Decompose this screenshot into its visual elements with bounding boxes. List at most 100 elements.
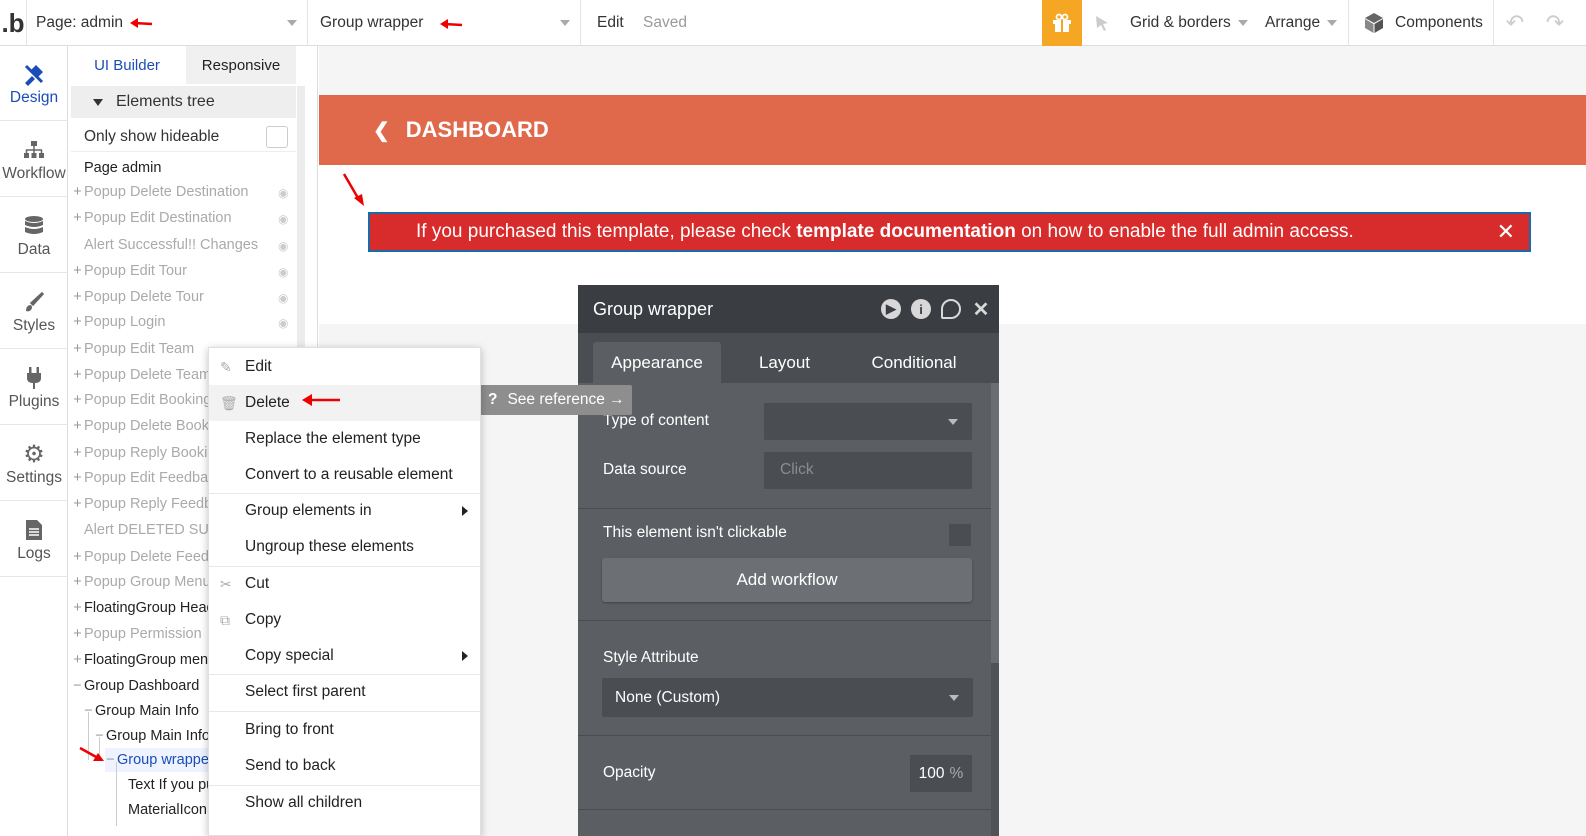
not-clickable-checkbox[interactable] bbox=[949, 524, 971, 546]
tree-item[interactable]: − Group Dashboard bbox=[72, 674, 199, 698]
gift-button[interactable] bbox=[1042, 0, 1082, 46]
tab-conditional[interactable]: Conditional bbox=[853, 342, 975, 383]
menu-item-ungroup[interactable]: Ungroup these elements bbox=[209, 529, 480, 565]
edit-menu[interactable]: Edit bbox=[597, 0, 624, 46]
expand-icon[interactable]: + bbox=[72, 341, 83, 357]
nav-plugins[interactable]: Plugins bbox=[0, 350, 68, 425]
tree-item[interactable]: + Popup Edit Team bbox=[72, 337, 194, 361]
scrollbar-thumb[interactable] bbox=[991, 383, 999, 663]
expand-icon[interactable]: + bbox=[72, 289, 83, 305]
eye-icon[interactable]: ◉ bbox=[278, 265, 288, 279]
tree-item[interactable]: + Popup Delete Team bbox=[72, 363, 211, 387]
info-icon[interactable]: i bbox=[911, 299, 931, 319]
expand-icon[interactable]: + bbox=[72, 470, 83, 486]
eye-icon[interactable]: ◉ bbox=[278, 239, 288, 253]
expand-icon[interactable]: + bbox=[72, 418, 83, 434]
expand-icon[interactable]: + bbox=[72, 652, 83, 668]
tree-item[interactable]: + Popup Edit Feedbac bbox=[72, 466, 215, 490]
tree-item[interactable]: + Popup Edit Tour bbox=[72, 259, 187, 283]
tree-item[interactable]: − Group Main Info bbox=[94, 724, 210, 748]
expand-icon[interactable]: + bbox=[72, 574, 83, 590]
tree-item-selected[interactable]: − Group wrappe bbox=[105, 748, 209, 772]
nav-styles[interactable]: Styles bbox=[0, 274, 68, 349]
expand-icon[interactable]: + bbox=[72, 600, 83, 616]
see-reference-link[interactable]: See reference → bbox=[507, 391, 624, 409]
collapse-icon[interactable]: − bbox=[72, 678, 83, 694]
nav-design[interactable]: Design bbox=[0, 46, 68, 121]
nav-logs[interactable]: Logs bbox=[0, 502, 68, 577]
tree-item[interactable]: Alert Successful!! Changes bbox=[84, 233, 258, 257]
menu-item-group-in[interactable]: Group elements in bbox=[209, 493, 480, 529]
tree-item[interactable]: + Popup Edit Booking bbox=[72, 388, 211, 412]
group-wrapper-alert[interactable]: If you purchased this template, please c… bbox=[368, 212, 1531, 252]
expand-icon[interactable]: + bbox=[72, 210, 83, 226]
tree-item[interactable]: Page admin bbox=[84, 156, 161, 180]
collapse-icon[interactable]: − bbox=[105, 752, 116, 768]
tree-item[interactable]: MaterialIcon bbox=[128, 798, 207, 822]
only-hideable-checkbox[interactable] bbox=[266, 126, 288, 148]
tree-item[interactable]: − Group Main Info bbox=[83, 699, 199, 723]
dashboard-header[interactable]: ❮ DASHBOARD bbox=[319, 95, 1586, 165]
opacity-input[interactable]: 100 % bbox=[910, 755, 972, 792]
tree-item[interactable]: Text If you pu bbox=[128, 773, 214, 797]
menu-item-select-parent[interactable]: Select first parent bbox=[209, 674, 480, 710]
components-button[interactable]: Components bbox=[1348, 0, 1494, 46]
expand-icon[interactable]: + bbox=[72, 626, 83, 642]
type-of-content-select[interactable] bbox=[764, 403, 972, 440]
grid-borders-menu[interactable]: Grid & borders bbox=[1130, 0, 1248, 46]
expand-icon[interactable]: + bbox=[72, 496, 83, 512]
menu-item-edit[interactable]: ✎ Edit bbox=[209, 349, 480, 385]
nav-data[interactable]: Data bbox=[0, 198, 68, 273]
menu-item-convert-reusable[interactable]: Convert to a reusable element bbox=[209, 457, 480, 493]
tree-item[interactable]: + Popup Edit Destination bbox=[72, 206, 231, 230]
close-icon[interactable]: ✕ bbox=[971, 299, 991, 321]
comment-icon[interactable] bbox=[941, 299, 961, 319]
expand-icon[interactable]: + bbox=[72, 263, 83, 279]
pointer-icon[interactable] bbox=[1088, 0, 1116, 46]
expand-icon[interactable]: + bbox=[72, 184, 83, 200]
eye-icon[interactable]: ◉ bbox=[278, 186, 288, 200]
tree-item[interactable]: + Popup Delete Booki bbox=[72, 414, 212, 438]
style-attribute-select[interactable]: None (Custom) bbox=[602, 678, 973, 717]
undo-icon[interactable]: ↶ bbox=[1500, 0, 1530, 46]
close-icon[interactable]: ✕ bbox=[1497, 219, 1515, 245]
menu-item-send-back[interactable]: Send to back bbox=[209, 748, 480, 784]
tree-item[interactable]: + FloatingGroup men bbox=[72, 648, 208, 672]
tree-item[interactable]: + Popup Reply Feedba bbox=[72, 492, 220, 516]
tab-appearance[interactable]: Appearance bbox=[593, 342, 721, 383]
eye-icon[interactable]: ◉ bbox=[278, 212, 288, 226]
menu-item-copy[interactable]: ⧉ Copy bbox=[209, 602, 480, 638]
eye-icon[interactable]: ◉ bbox=[278, 316, 288, 330]
page-selector[interactable]: Page: admin bbox=[26, 0, 308, 46]
expand-icon[interactable]: + bbox=[72, 549, 83, 565]
tree-item[interactable]: + Popup Login bbox=[72, 310, 165, 334]
eye-icon[interactable]: ◉ bbox=[278, 291, 288, 305]
panel-scrollbar[interactable] bbox=[297, 86, 305, 386]
menu-item-copy-special[interactable]: Copy special bbox=[209, 638, 480, 674]
property-editor-header[interactable]: Group wrapper ▶ i ✕ bbox=[578, 285, 999, 333]
tree-item[interactable]: + Popup Delete Tour bbox=[72, 285, 204, 309]
menu-item-replace-type[interactable]: Replace the element type bbox=[209, 421, 480, 457]
expand-icon[interactable]: + bbox=[72, 445, 83, 461]
tree-item[interactable]: Alert DELETED SUC bbox=[84, 518, 219, 542]
tab-responsive[interactable]: Responsive bbox=[186, 46, 296, 84]
menu-item-cut[interactable]: ✂ Cut bbox=[209, 566, 480, 602]
property-editor-scrollbar[interactable] bbox=[991, 383, 999, 836]
tree-item[interactable]: + Popup Delete Destination bbox=[72, 180, 248, 204]
expand-icon[interactable]: + bbox=[72, 314, 83, 330]
menu-item-delete[interactable]: 🗑 Delete bbox=[209, 385, 480, 421]
tree-item[interactable]: + Popup Permission bbox=[72, 622, 201, 646]
menu-item-bring-front[interactable]: Bring to front bbox=[209, 712, 480, 748]
menu-item-show-children[interactable]: Show all children bbox=[209, 785, 480, 821]
tree-item[interactable]: + Popup Reply Bookin bbox=[72, 441, 215, 465]
arrange-menu[interactable]: Arrange bbox=[1265, 0, 1338, 46]
tree-item[interactable]: + Popup Delete Feedb bbox=[72, 545, 217, 569]
see-reference-tooltip[interactable]: ? See reference → bbox=[480, 385, 632, 415]
tab-ui-builder[interactable]: UI Builder bbox=[68, 46, 186, 84]
expand-icon[interactable]: + bbox=[72, 367, 83, 383]
chevron-left-icon[interactable]: ❮ bbox=[373, 118, 390, 143]
expand-icon[interactable]: + bbox=[72, 392, 83, 408]
elements-tree-header[interactable]: Elements tree bbox=[71, 86, 296, 118]
tree-item[interactable]: + FloatingGroup Head bbox=[72, 596, 214, 620]
data-source-field[interactable]: Click bbox=[764, 452, 972, 489]
